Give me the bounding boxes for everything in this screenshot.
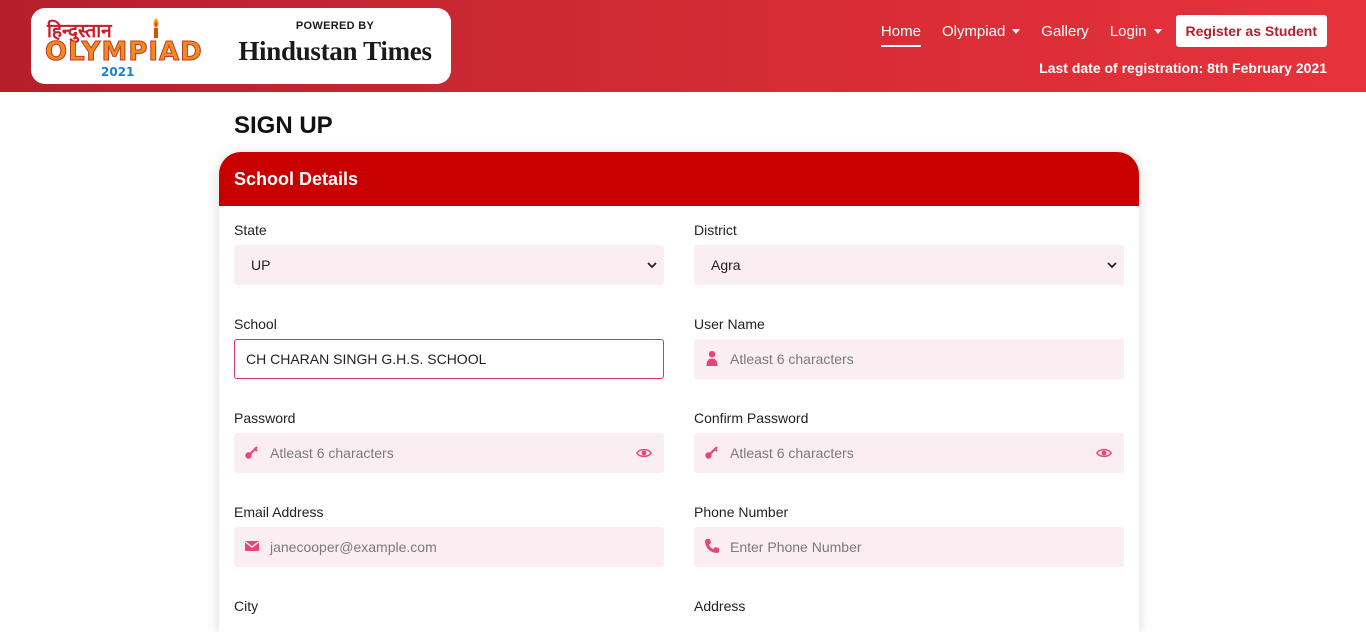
school-field-group: School CH CHARAN SINGH G.H.S. SCHOOL bbox=[234, 314, 664, 379]
password-label: Password bbox=[234, 410, 296, 426]
nav-home-link[interactable]: Home bbox=[880, 23, 921, 47]
confirm-password-placeholder: Atleast 6 characters bbox=[730, 445, 854, 461]
nav-olympiad-dropdown[interactable]: Olympiad bbox=[941, 22, 1021, 40]
main-nav: Home Olympiad Gallery Login Register as … bbox=[860, 14, 1327, 48]
user-icon bbox=[706, 351, 718, 366]
email-label: Email Address bbox=[234, 504, 324, 520]
nav-login-label: Login bbox=[1109, 22, 1147, 40]
key-icon bbox=[705, 446, 718, 459]
confirm-password-field-group: Confirm Password Atleast 6 characters bbox=[694, 408, 1124, 473]
state-label: State bbox=[234, 222, 267, 238]
username-input[interactable]: Atleast 6 characters bbox=[694, 339, 1124, 379]
username-field-group: User Name Atleast 6 characters bbox=[694, 314, 1124, 379]
email-input[interactable]: janecooper@example.com bbox=[234, 527, 664, 567]
hindustan-times-logo: POWERED BY Hindustan Times bbox=[233, 20, 437, 76]
nav-gallery-link[interactable]: Gallery bbox=[1041, 23, 1089, 40]
torch-icon bbox=[153, 18, 159, 38]
username-label: User Name bbox=[694, 316, 765, 332]
email-field-group: Email Address janecooper@example.com bbox=[234, 502, 664, 567]
district-selected-value: Agra bbox=[711, 257, 741, 273]
city-field-group: City bbox=[234, 596, 664, 616]
phone-placeholder: Enter Phone Number bbox=[730, 539, 862, 555]
registration-deadline-notice: Last date of registration: 8th February … bbox=[1039, 60, 1327, 76]
register-as-student-button[interactable]: Register as Student bbox=[1175, 15, 1327, 47]
school-input-value: CH CHARAN SINGH G.H.S. SCHOOL bbox=[246, 351, 487, 367]
partner-name: Hindustan Times bbox=[238, 36, 432, 66]
district-field-group: District Agra bbox=[694, 220, 1124, 285]
password-input[interactable]: Atleast 6 characters bbox=[234, 433, 664, 473]
chevron-down-icon bbox=[1107, 262, 1117, 269]
eye-icon[interactable] bbox=[1096, 445, 1112, 461]
state-selected-value: UP bbox=[251, 257, 271, 273]
phone-label: Phone Number bbox=[694, 504, 789, 520]
district-label: District bbox=[694, 222, 737, 238]
state-select[interactable]: UP bbox=[234, 245, 664, 285]
caret-down-icon bbox=[1012, 28, 1021, 34]
section-header-school-details: School Details bbox=[219, 152, 1139, 206]
logo-year: 2021 bbox=[101, 65, 135, 79]
address-label: Address bbox=[694, 598, 746, 614]
key-icon bbox=[245, 446, 258, 459]
caret-down-icon bbox=[1153, 28, 1162, 34]
city-label: City bbox=[234, 598, 259, 614]
phone-input[interactable]: Enter Phone Number bbox=[694, 527, 1124, 567]
top-navigation-bar: हिन्दुस्तान OLYMPIAD 2021 POWERED BY Hin… bbox=[0, 0, 1366, 92]
state-field-group: State UP bbox=[234, 220, 664, 285]
phone-icon bbox=[705, 539, 719, 553]
envelope-icon bbox=[245, 541, 259, 551]
hindustan-olympiad-logo: हिन्दुस्तान OLYMPIAD 2021 bbox=[43, 17, 203, 79]
district-select[interactable]: Agra bbox=[694, 245, 1124, 285]
nav-olympiad-label: Olympiad bbox=[941, 22, 1006, 40]
email-placeholder: janecooper@example.com bbox=[270, 539, 437, 555]
address-field-group: Address bbox=[694, 596, 1124, 616]
signup-form-card: School Details State UP District Agra Sc… bbox=[219, 152, 1139, 632]
chevron-down-icon bbox=[647, 262, 657, 269]
password-placeholder: Atleast 6 characters bbox=[270, 445, 394, 461]
username-placeholder: Atleast 6 characters bbox=[730, 351, 854, 367]
school-label: School bbox=[234, 316, 277, 332]
nav-login-dropdown[interactable]: Login bbox=[1110, 23, 1162, 40]
page-title: SIGN UP bbox=[234, 112, 333, 139]
eye-icon[interactable] bbox=[636, 445, 652, 461]
school-input[interactable]: CH CHARAN SINGH G.H.S. SCHOOL bbox=[234, 339, 664, 379]
password-field-group: Password Atleast 6 characters bbox=[234, 408, 664, 473]
phone-field-group: Phone Number Enter Phone Number bbox=[694, 502, 1124, 567]
logo-olympiad-text: OLYMPIAD bbox=[45, 37, 203, 68]
confirm-password-label: Confirm Password bbox=[694, 410, 809, 426]
powered-by-label: POWERED BY bbox=[295, 20, 375, 32]
confirm-password-input[interactable]: Atleast 6 characters bbox=[694, 433, 1124, 473]
brand-logo-panel[interactable]: हिन्दुस्तान OLYMPIAD 2021 POWERED BY Hin… bbox=[31, 8, 451, 84]
